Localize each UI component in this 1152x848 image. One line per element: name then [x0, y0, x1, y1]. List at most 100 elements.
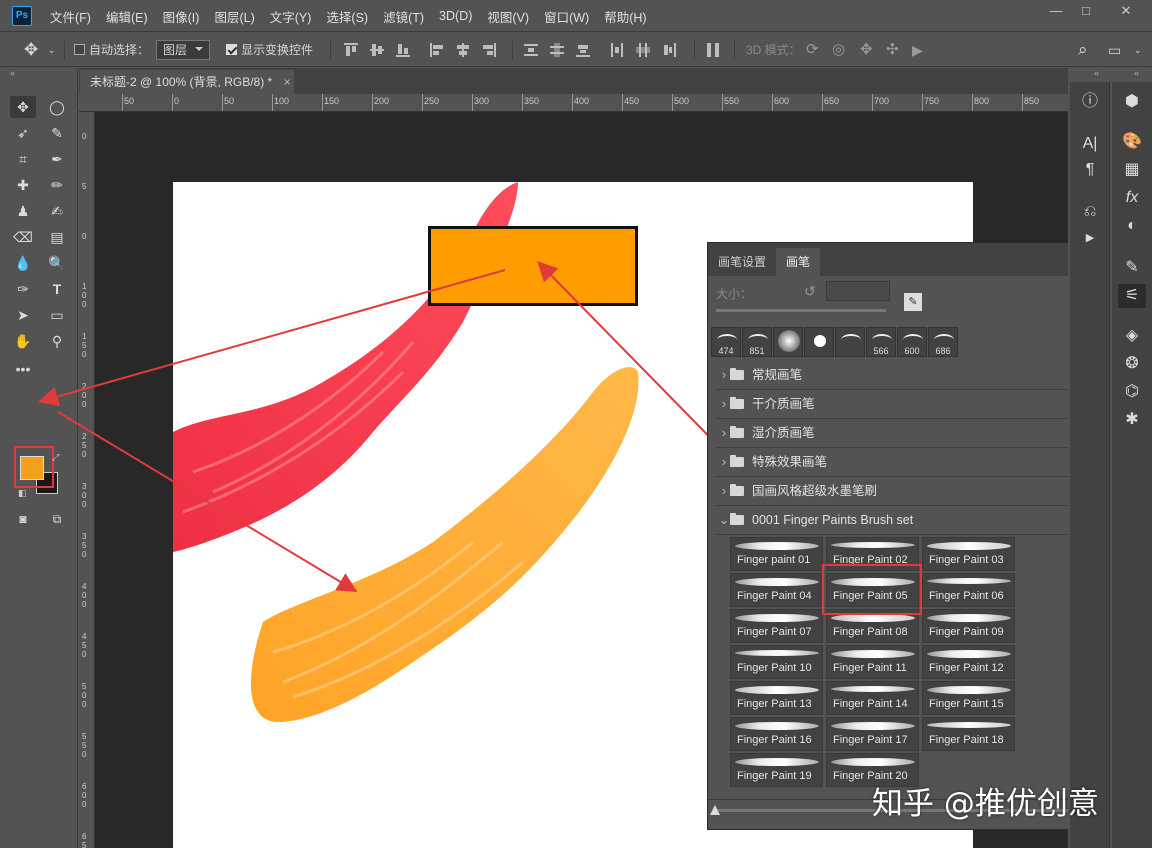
color-palette-icon[interactable]: 🎨 [1118, 130, 1146, 154]
brush-item[interactable]: Finger Paint 13 [730, 681, 823, 715]
properties-icon[interactable]: ✱ [1118, 408, 1146, 432]
brush-tip-icon [748, 334, 768, 346]
brush-item[interactable]: Finger Paint 06 [922, 573, 1015, 607]
brush-name: Finger Paint 19 [737, 770, 812, 782]
brush-preset[interactable]: 474 [711, 327, 741, 357]
brush-stroke-preview [927, 686, 1011, 694]
folder-icon [730, 484, 744, 496]
brush-tip-icon [903, 334, 923, 346]
adjustments-icon[interactable]: ◐ [1118, 214, 1146, 238]
layers-icon[interactable]: ◈ [1118, 324, 1146, 348]
brush-item[interactable]: Finger Paint 15 [922, 681, 1015, 715]
collapse-icon[interactable]: « [1094, 68, 1099, 78]
brush-name: Finger Paint 13 [737, 698, 812, 710]
watermark: 知乎 @推优创意 [872, 786, 1099, 822]
character-icon[interactable]: A| [1076, 132, 1104, 156]
preset-size: 474 [718, 346, 734, 356]
preset-size: 686 [935, 346, 951, 356]
tab-brushes[interactable]: 画笔 [776, 248, 821, 276]
brush-tip-icon [814, 335, 826, 347]
brush-panel-tabs: 画笔设置 画笔 >> ≡ [708, 243, 1108, 276]
brush-folder[interactable]: › 特殊效果画笔 [716, 448, 1099, 477]
collapse-icon[interactable]: « [1134, 68, 1139, 78]
brush-item[interactable]: Finger Paint 14 [826, 681, 919, 715]
new-brush-icon[interactable]: ✎ [904, 293, 922, 311]
tab-brush-settings[interactable]: 画笔设置 [708, 248, 776, 276]
brush-preset[interactable] [773, 327, 803, 357]
brush-folder[interactable]: › 湿介质画笔 [716, 419, 1099, 448]
brush-folder[interactable]: › 国画风格超级水墨笔刷 [716, 477, 1099, 506]
brush-name: Finger Paint 10 [737, 662, 812, 674]
brush-folder[interactable]: › 干介质画笔 [716, 390, 1099, 419]
info-icon[interactable]: ⓘ [1076, 90, 1104, 114]
3d-icon[interactable]: ⬢ [1118, 90, 1146, 114]
brush-item[interactable]: Finger paint 01 [730, 537, 823, 571]
arrow-swatch-to-stroke [57, 411, 358, 593]
brush-stroke-preview [735, 758, 819, 766]
reset-size-icon[interactable]: ↺ [804, 283, 816, 300]
swatches-icon[interactable]: ▦ [1118, 158, 1146, 182]
brush-stroke-preview [735, 722, 819, 730]
selected-brush-highlight [822, 564, 922, 615]
brush-name: Finger Paint 06 [929, 590, 1004, 602]
brush-tip-icon [717, 334, 737, 346]
brush-name: Finger Paint 04 [737, 590, 812, 602]
brush-name: Finger Paint 17 [833, 734, 908, 746]
brush-item[interactable]: Finger Paint 18 [922, 717, 1015, 751]
brush-item[interactable]: Finger Paint 11 [826, 645, 919, 679]
brush-name: Finger Paint 14 [833, 698, 908, 710]
size-slider[interactable] [716, 309, 886, 312]
brush-stroke-preview [927, 614, 1011, 622]
brush-name: Finger Paint 12 [929, 662, 1004, 674]
brush-panel-icon[interactable]: ✎ [1118, 256, 1146, 280]
brush-name: Finger Paint 11 [833, 662, 907, 674]
brush-tip-icon [934, 334, 954, 346]
folder-label: 0001 Finger Paints Brush set [752, 513, 914, 527]
brush-name: Finger Paint 08 [833, 626, 908, 638]
brush-item[interactable]: Finger Paint 17 [826, 717, 919, 751]
preset-size: 851 [749, 346, 765, 356]
brush-item[interactable]: Finger Paint 16 [730, 717, 823, 751]
history-icon[interactable]: ⎌ [1076, 200, 1104, 224]
brush-tip-icon [841, 334, 861, 346]
brush-name: Finger Paint 16 [737, 734, 812, 746]
brush-item[interactable]: Finger Paint 19 [730, 753, 823, 787]
preset-size: 566 [873, 346, 889, 356]
folder-label: 国画风格超级水墨笔刷 [752, 484, 878, 498]
paths-icon[interactable]: ⌬ [1118, 380, 1146, 404]
brush-item[interactable]: Finger Paint 04 [730, 573, 823, 607]
folder-label: 干介质画笔 [752, 397, 815, 411]
brush-stroke-preview [927, 722, 1011, 728]
play-icon[interactable]: ▶ [1076, 226, 1104, 250]
brush-preset[interactable]: 851 [742, 327, 772, 357]
brush-stroke-preview [831, 722, 915, 730]
folder-icon [730, 426, 744, 438]
folder-icon [730, 397, 744, 409]
channels-icon[interactable]: ❂ [1118, 352, 1146, 376]
brush-folder[interactable]: ⌄ 0001 Finger Paints Brush set [716, 506, 1099, 535]
brush-item[interactable]: Finger Paint 10 [730, 645, 823, 679]
brush-item[interactable]: Finger Paint 07 [730, 609, 823, 643]
brush-preset[interactable]: 600 [897, 327, 927, 357]
brush-item[interactable]: Finger Paint 09 [922, 609, 1015, 643]
brush-preset[interactable]: 686 [928, 327, 958, 357]
paragraph-icon[interactable]: ¶ [1076, 158, 1104, 182]
brush-name: Finger Paint 07 [737, 626, 812, 638]
brush-stroke-preview [927, 542, 1011, 550]
brush-folder[interactable]: › 常规画笔 [716, 361, 1099, 390]
brush-panel: 画笔设置 画笔 >> ≡ 大小： ↺ ✎ 474 851 566 600 686 ›常规… [707, 242, 1108, 830]
brush-settings-icon[interactable]: ⚟ [1118, 284, 1146, 308]
brush-preset[interactable] [804, 327, 834, 357]
preset-size: 600 [904, 346, 920, 356]
brush-item[interactable]: Finger Paint 12 [922, 645, 1015, 679]
styles-icon[interactable]: fx [1118, 186, 1146, 210]
brush-preset[interactable] [835, 327, 865, 357]
folder-label: 常规画笔 [752, 368, 803, 382]
brush-item[interactable]: Finger Paint 03 [922, 537, 1015, 571]
brush-stroke-preview [735, 614, 819, 622]
brush-preset[interactable]: 566 [866, 327, 896, 357]
brush-stroke-preview [927, 578, 1011, 584]
brush-tip-icon [778, 330, 800, 352]
size-input[interactable] [826, 281, 890, 301]
brush-stroke-preview [831, 686, 915, 692]
